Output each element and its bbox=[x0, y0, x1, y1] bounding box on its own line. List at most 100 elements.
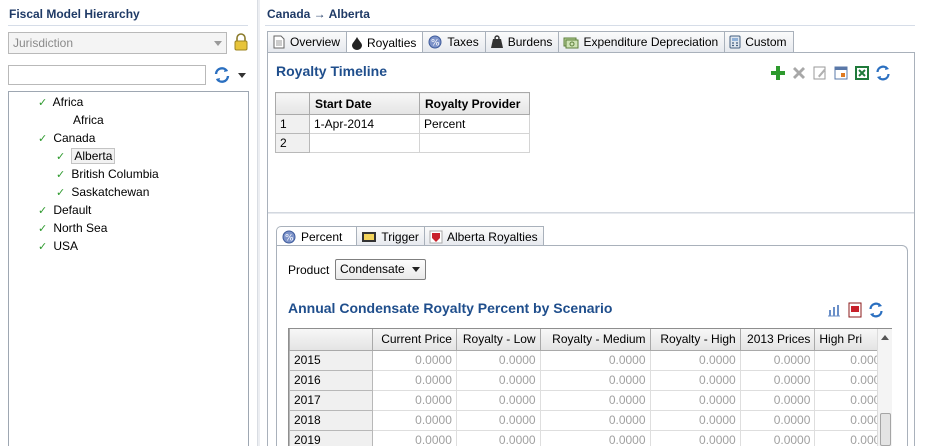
column-header-2013-prices[interactable]: 2013 Prices bbox=[739, 329, 816, 351]
provider-cell[interactable]: Percent bbox=[419, 114, 530, 134]
scroll-thumb[interactable] bbox=[880, 413, 891, 446]
chevron-down-icon[interactable] bbox=[238, 73, 246, 78]
table-row[interactable]: 1 1-Apr-2014 Percent bbox=[275, 114, 530, 134]
refresh-icon[interactable] bbox=[213, 66, 231, 84]
product-select[interactable]: Condensate bbox=[335, 259, 426, 280]
value-cell[interactable]: 0.0000 bbox=[649, 369, 741, 391]
table-row[interactable]: 2 bbox=[275, 133, 530, 153]
value-cell[interactable]: 0.0000 bbox=[739, 349, 816, 371]
tree-search-input[interactable] bbox=[8, 65, 206, 85]
value-cell[interactable]: 0.0000 bbox=[455, 409, 541, 431]
column-header-royalty-low[interactable]: Royalty - Low bbox=[455, 329, 541, 351]
calendar-icon[interactable] bbox=[833, 65, 849, 81]
tree-item-alberta[interactable]: ✓ Alberta bbox=[56, 147, 116, 165]
tree-item-africa[interactable]: ✓ Africa bbox=[38, 93, 83, 111]
table-row[interactable]: 2016 0.0000 0.0000 0.0000 0.0000 0.0000 … bbox=[289, 369, 892, 391]
tab-label: Trigger bbox=[381, 229, 419, 244]
add-icon[interactable] bbox=[770, 65, 786, 81]
percent-icon: % bbox=[282, 230, 296, 243]
value-cell[interactable]: 0.0000 bbox=[455, 389, 541, 411]
panel-splitter[interactable] bbox=[257, 0, 260, 446]
tab-custom[interactable]: Custom bbox=[724, 31, 794, 52]
column-header-royalty-medium[interactable]: Royalty - Medium bbox=[539, 329, 651, 351]
column-header-current-price[interactable]: Current Price bbox=[371, 329, 457, 351]
edit-icon[interactable] bbox=[812, 65, 828, 81]
column-header-royalty-provider[interactable]: Royalty Provider bbox=[419, 92, 530, 115]
vertical-scrollbar[interactable] bbox=[877, 329, 892, 446]
excel-icon[interactable] bbox=[854, 65, 870, 81]
lock-icon[interactable] bbox=[234, 33, 248, 51]
value-cell[interactable]: 0.0000 bbox=[539, 389, 651, 411]
delete-icon[interactable] bbox=[791, 65, 807, 81]
provider-cell[interactable] bbox=[419, 133, 530, 153]
value-cell[interactable]: 0.0000 bbox=[371, 409, 457, 431]
refresh-icon[interactable] bbox=[868, 302, 884, 318]
value-cell[interactable]: 0.0000 bbox=[649, 349, 741, 371]
tab-burdens[interactable]: Burdens bbox=[484, 31, 560, 52]
tree-item-usa[interactable]: ✓ USA bbox=[38, 237, 78, 255]
value-cell[interactable]: 0.0000 bbox=[539, 349, 651, 371]
row-number: 1 bbox=[275, 114, 310, 134]
tree-item-canada[interactable]: ✓ Canada bbox=[38, 129, 95, 147]
tab-alberta-royalties[interactable]: Alberta Royalties bbox=[423, 226, 544, 246]
start-date-cell[interactable] bbox=[309, 133, 420, 153]
value-cell[interactable]: 0.0000 bbox=[739, 409, 816, 431]
row-number: 2 bbox=[275, 133, 310, 153]
value-cell[interactable]: 0.0000 bbox=[739, 369, 816, 391]
panel-title: Fiscal Model Hierarchy bbox=[9, 7, 140, 21]
value-cell[interactable]: 0.0000 bbox=[739, 389, 816, 411]
value-cell[interactable]: 0.0000 bbox=[739, 429, 816, 446]
tree-item-north-sea[interactable]: ✓ North Sea bbox=[38, 219, 107, 237]
tree-item-saskatchewan[interactable]: ✓ Saskatchewan bbox=[56, 183, 149, 201]
value-cell[interactable]: 0.0000 bbox=[455, 369, 541, 391]
tree-item-british-columbia[interactable]: ✓ British Columbia bbox=[56, 165, 159, 183]
value-cell[interactable]: 0.0000 bbox=[539, 369, 651, 391]
year-cell: 2018 bbox=[289, 409, 373, 431]
tree-item-default[interactable]: ✓ Default bbox=[38, 201, 91, 219]
tab-label: Overview bbox=[290, 35, 341, 49]
refresh-icon[interactable] bbox=[875, 65, 891, 81]
title-divider bbox=[265, 25, 915, 26]
value-cell[interactable]: 0.0000 bbox=[455, 429, 541, 446]
tab-label: Expenditure Depreciation bbox=[583, 35, 719, 49]
value-cell[interactable]: 0.0000 bbox=[649, 429, 741, 446]
product-select-value: Condensate bbox=[340, 262, 405, 276]
value-cell[interactable]: 0.0000 bbox=[455, 349, 541, 371]
value-cell[interactable]: 0.0000 bbox=[371, 429, 457, 446]
value-cell[interactable]: 0.0000 bbox=[539, 429, 651, 446]
tree-item-africa-child[interactable]: Africa bbox=[73, 111, 104, 129]
table-header-row: Start Date Royalty Provider bbox=[275, 92, 530, 115]
report-icon[interactable] bbox=[847, 302, 863, 318]
value-cell[interactable]: 0.0000 bbox=[371, 389, 457, 411]
value-cell[interactable]: 0.0000 bbox=[649, 409, 741, 431]
tab-taxes[interactable]: % Taxes bbox=[422, 31, 486, 52]
value-cell[interactable]: 0.0000 bbox=[649, 389, 741, 411]
table-row[interactable]: 2015 0.0000 0.0000 0.0000 0.0000 0.0000 … bbox=[289, 349, 892, 371]
start-date-cell[interactable]: 1-Apr-2014 bbox=[309, 114, 420, 134]
chart-icon[interactable] bbox=[826, 302, 842, 318]
table-row[interactable]: 2017 0.0000 0.0000 0.0000 0.0000 0.0000 … bbox=[289, 389, 892, 411]
value-cell[interactable]: 0.0000 bbox=[539, 409, 651, 431]
tab-royalties[interactable]: Royalties bbox=[346, 31, 424, 53]
tab-label: Custom bbox=[745, 35, 787, 49]
table-header-row: Current Price Royalty - Low Royalty - Me… bbox=[289, 329, 892, 351]
table-row[interactable]: 2019 0.0000 0.0000 0.0000 0.0000 0.0000 … bbox=[289, 429, 892, 446]
scroll-up-arrow[interactable] bbox=[881, 335, 889, 340]
tab-expenditure-depreciation[interactable]: Expenditure Depreciation bbox=[558, 31, 726, 52]
tab-percent[interactable]: % Percent bbox=[276, 226, 358, 246]
svg-text:%: % bbox=[285, 233, 294, 243]
tab-overview[interactable]: Overview bbox=[267, 31, 348, 52]
section-splitter[interactable] bbox=[268, 212, 914, 214]
column-header-start-date[interactable]: Start Date bbox=[309, 92, 420, 115]
hierarchy-type-combo[interactable]: Jurisdiction bbox=[8, 32, 227, 54]
table-row[interactable]: 2018 0.0000 0.0000 0.0000 0.0000 0.0000 … bbox=[289, 409, 892, 431]
value-cell[interactable]: 0.0000 bbox=[371, 349, 457, 371]
provider-tab-bar: % Percent Trigger Alberta Royalties bbox=[276, 226, 544, 246]
column-header-royalty-high[interactable]: Royalty - High bbox=[649, 329, 741, 351]
tab-trigger[interactable]: Trigger bbox=[356, 226, 425, 246]
tree-item-label: Africa bbox=[73, 113, 104, 127]
value-cell[interactable]: 0.0000 bbox=[371, 369, 457, 391]
timeline-toolbar bbox=[770, 65, 891, 81]
tree-item-label: Alberta bbox=[71, 148, 116, 164]
scenario-percent-table: Current Price Royalty - Low Royalty - Me… bbox=[289, 329, 892, 446]
